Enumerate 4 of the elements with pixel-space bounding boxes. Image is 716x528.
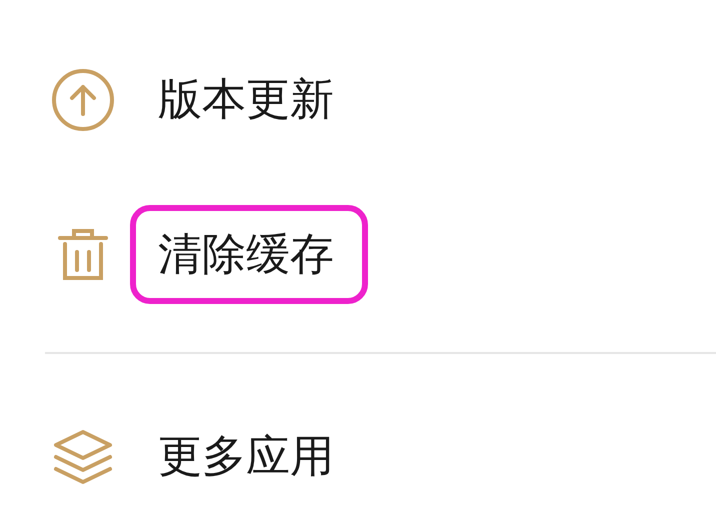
menu-item[interactable]: 清除缓存	[130, 205, 368, 304]
menu-item[interactable]: 版本更新	[130, 50, 368, 149]
upload-icon	[50, 66, 116, 132]
menu-item[interactable]: 更多应用	[130, 407, 368, 506]
